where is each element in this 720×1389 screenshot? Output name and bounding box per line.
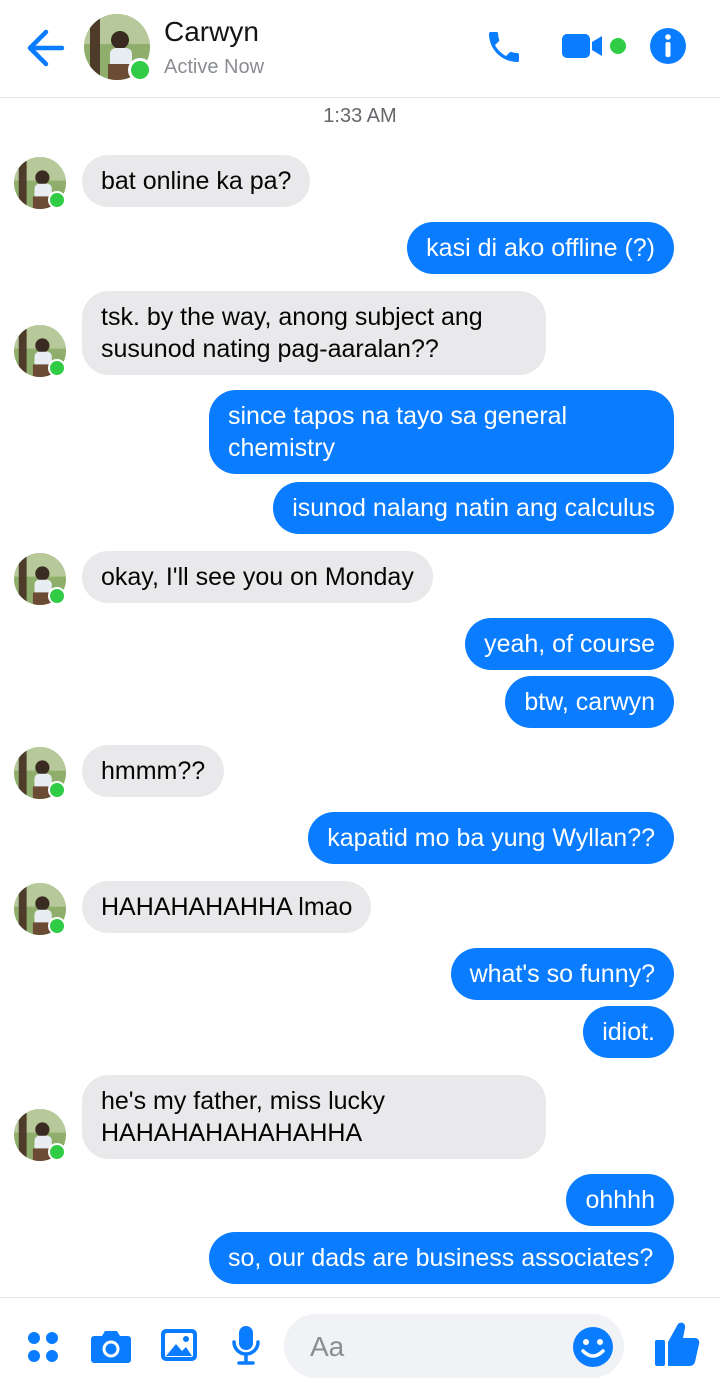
message-input[interactable] bbox=[308, 1314, 562, 1380]
sent-message[interactable]: idiot. bbox=[583, 1006, 674, 1058]
online-indicator bbox=[48, 359, 66, 377]
sent-message[interactable]: so, our dads are business associates? bbox=[209, 1232, 674, 1284]
contact-avatar-small[interactable] bbox=[14, 747, 66, 799]
composer-bar bbox=[0, 1297, 720, 1389]
active-status: Active Now bbox=[164, 56, 265, 78]
sent-message[interactable]: ohhhh bbox=[566, 1174, 674, 1226]
image-gallery-icon[interactable] bbox=[160, 1328, 198, 1362]
online-indicator bbox=[48, 917, 66, 935]
sent-message[interactable]: yeah, of course bbox=[465, 618, 674, 670]
received-message[interactable]: hmmm?? bbox=[82, 745, 225, 797]
microphone-icon[interactable] bbox=[230, 1324, 262, 1366]
received-message[interactable]: tsk. by the way, anong subject ang susun… bbox=[82, 291, 546, 375]
online-indicator bbox=[48, 1143, 66, 1161]
message-list[interactable]: 1:33 AM bat online ka pa? kasi di ako of… bbox=[0, 99, 720, 1297]
sent-message[interactable]: what's so funny? bbox=[450, 948, 674, 1000]
contact-avatar-small[interactable] bbox=[14, 553, 66, 605]
message-input-container[interactable] bbox=[284, 1314, 624, 1380]
online-indicator bbox=[128, 58, 152, 82]
received-message[interactable]: okay, I'll see you on Monday bbox=[82, 551, 433, 603]
info-icon[interactable] bbox=[648, 26, 688, 66]
contact-avatar-small[interactable] bbox=[14, 1109, 66, 1161]
online-indicator bbox=[48, 587, 66, 605]
camera-icon[interactable] bbox=[90, 1328, 132, 1364]
video-active-dot bbox=[610, 38, 626, 54]
received-message[interactable]: bat online ka pa? bbox=[82, 155, 311, 207]
received-message[interactable]: he's my father, miss lucky HAHAHAHAHAHAH… bbox=[82, 1075, 546, 1159]
phone-icon[interactable] bbox=[484, 27, 524, 67]
online-indicator bbox=[48, 781, 66, 799]
sent-message[interactable]: kapatid mo ba yung Wyllan?? bbox=[308, 812, 674, 864]
emoji-icon[interactable] bbox=[572, 1326, 614, 1368]
contact-avatar-small[interactable] bbox=[14, 883, 66, 935]
four-dots-icon[interactable] bbox=[26, 1330, 60, 1364]
contact-name[interactable]: Carwyn bbox=[164, 16, 259, 48]
thumbs-up-icon[interactable] bbox=[654, 1320, 700, 1368]
timestamp: 1:33 AM bbox=[323, 105, 397, 127]
online-indicator bbox=[48, 191, 66, 209]
sent-message[interactable]: btw, carwyn bbox=[505, 676, 674, 728]
contact-avatar-small[interactable] bbox=[14, 325, 66, 377]
received-message[interactable]: HAHAHAHAHHA lmao bbox=[82, 881, 372, 933]
back-arrow-icon[interactable] bbox=[24, 28, 66, 68]
chat-header: Carwyn Active Now bbox=[0, 0, 720, 98]
sent-message[interactable]: kasi di ako offline (?) bbox=[407, 222, 674, 274]
sent-message[interactable]: isunod nalang natin ang calculus bbox=[273, 482, 674, 534]
sent-message[interactable]: since tapos na tayo sa general chemistry bbox=[209, 390, 674, 474]
video-camera-icon[interactable] bbox=[562, 30, 606, 62]
contact-avatar-small[interactable] bbox=[14, 157, 66, 209]
